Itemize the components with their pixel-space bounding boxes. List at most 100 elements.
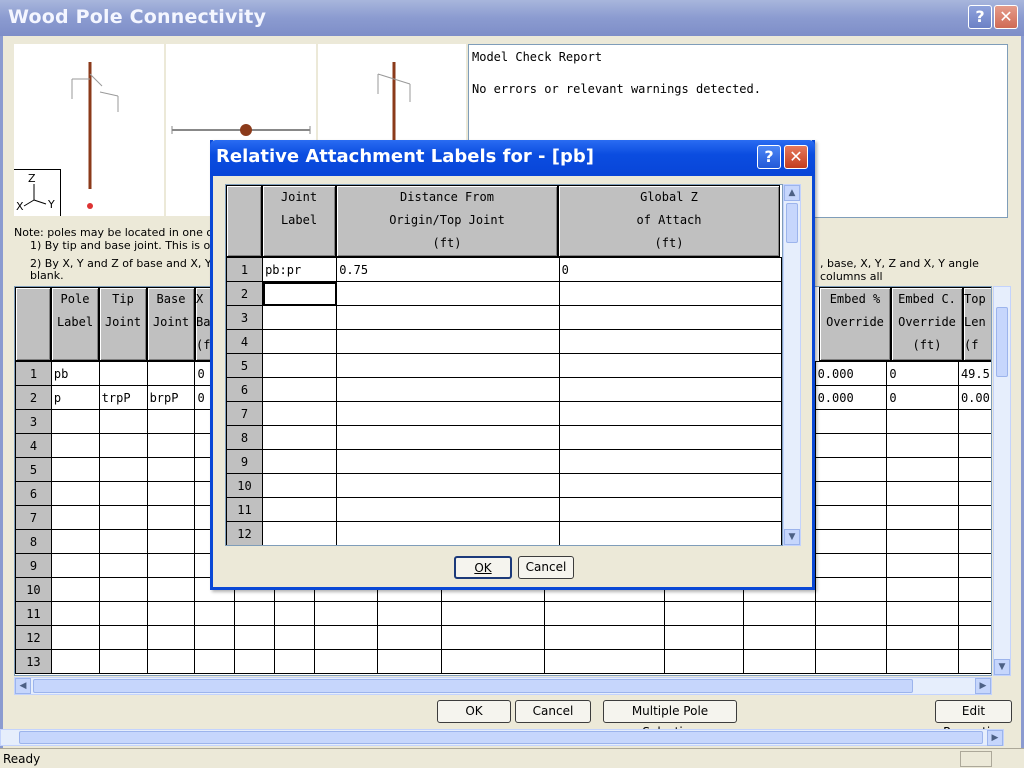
table-cell[interactable] bbox=[814, 625, 888, 650]
table-cell[interactable] bbox=[146, 457, 196, 482]
row-number[interactable]: 8 bbox=[15, 529, 52, 554]
row-number[interactable]: 11 bbox=[226, 497, 264, 522]
table-cell[interactable] bbox=[194, 649, 236, 674]
table-cell[interactable] bbox=[814, 409, 888, 434]
table-cell[interactable] bbox=[886, 529, 959, 554]
table-cell[interactable] bbox=[558, 401, 782, 426]
table-cell[interactable]: 0.00 bbox=[957, 385, 991, 410]
table-cell[interactable] bbox=[50, 529, 100, 554]
table-cell[interactable] bbox=[50, 649, 100, 674]
grid-hscroll-thumb[interactable] bbox=[33, 679, 913, 693]
table-cell[interactable]: 49.5 bbox=[957, 361, 991, 386]
attachment-vscroll-thumb[interactable] bbox=[786, 203, 798, 243]
table-row[interactable]: 11 bbox=[15, 601, 991, 626]
table-row[interactable]: 12 bbox=[226, 521, 782, 545]
table-cell[interactable] bbox=[336, 401, 560, 426]
row-number[interactable]: 6 bbox=[15, 481, 52, 506]
table-cell[interactable] bbox=[957, 601, 991, 626]
table-cell[interactable] bbox=[262, 449, 338, 474]
table-row[interactable]: 2 bbox=[226, 281, 782, 306]
row-number[interactable]: 8 bbox=[226, 425, 264, 450]
table-cell[interactable] bbox=[146, 601, 196, 626]
main-cancel-button[interactable]: Cancel bbox=[515, 700, 591, 723]
table-cell[interactable] bbox=[50, 481, 100, 506]
row-number[interactable]: 13 bbox=[15, 649, 52, 674]
table-cell[interactable] bbox=[336, 449, 560, 474]
table-cell[interactable]: 0 bbox=[558, 257, 782, 282]
table-cell[interactable] bbox=[544, 601, 665, 626]
table-row[interactable]: 6 bbox=[226, 377, 782, 402]
table-cell[interactable] bbox=[814, 577, 888, 602]
table-cell[interactable]: 0 bbox=[886, 385, 959, 410]
table-cell[interactable] bbox=[558, 281, 782, 306]
table-row[interactable]: 1 pb:pr 0.75 0 bbox=[226, 257, 782, 282]
table-cell[interactable] bbox=[663, 625, 745, 650]
grid-scroll-down-icon[interactable]: ▼ bbox=[994, 659, 1010, 675]
row-number[interactable]: 7 bbox=[15, 505, 52, 530]
table-cell[interactable] bbox=[814, 601, 888, 626]
row-number[interactable]: 10 bbox=[15, 577, 52, 602]
table-cell[interactable] bbox=[743, 601, 816, 626]
table-cell[interactable]: p bbox=[50, 385, 100, 410]
main-ok-button[interactable]: OK bbox=[437, 700, 511, 723]
table-cell[interactable] bbox=[544, 649, 665, 674]
table-cell[interactable]: 0 bbox=[886, 361, 959, 386]
table-cell[interactable] bbox=[234, 649, 276, 674]
table-cell[interactable] bbox=[146, 553, 196, 578]
table-cell[interactable] bbox=[558, 377, 782, 402]
table-cell[interactable] bbox=[98, 649, 148, 674]
table-row[interactable]: 9 bbox=[226, 449, 782, 474]
dialog-help-icon[interactable]: ? bbox=[757, 145, 781, 169]
table-cell[interactable] bbox=[886, 481, 959, 506]
table-row[interactable]: 5 bbox=[226, 353, 782, 378]
table-row[interactable]: 7 bbox=[226, 401, 782, 426]
row-number[interactable]: 3 bbox=[226, 305, 264, 330]
table-cell[interactable] bbox=[814, 505, 888, 530]
active-cell[interactable] bbox=[262, 281, 338, 306]
table-cell[interactable] bbox=[50, 409, 100, 434]
table-cell[interactable] bbox=[98, 601, 148, 626]
table-cell[interactable] bbox=[377, 649, 442, 674]
table-cell[interactable] bbox=[98, 577, 148, 602]
table-cell[interactable] bbox=[146, 577, 196, 602]
table-cell[interactable] bbox=[146, 625, 196, 650]
table-row[interactable]: 10 bbox=[226, 473, 782, 498]
table-cell[interactable] bbox=[957, 409, 991, 434]
table-cell[interactable] bbox=[743, 649, 816, 674]
table-cell[interactable] bbox=[262, 329, 338, 354]
table-cell[interactable] bbox=[336, 353, 560, 378]
table-cell[interactable] bbox=[146, 433, 196, 458]
table-cell[interactable] bbox=[146, 361, 196, 386]
table-cell[interactable] bbox=[663, 601, 745, 626]
attachment-scroll-up-icon[interactable]: ▲ bbox=[784, 185, 800, 201]
table-cell[interactable] bbox=[336, 305, 560, 330]
table-cell[interactable] bbox=[336, 473, 560, 498]
table-cell[interactable] bbox=[886, 505, 959, 530]
attachment-vertical-scrollbar[interactable]: ▲ ▼ bbox=[783, 184, 801, 546]
table-cell[interactable] bbox=[886, 553, 959, 578]
table-cell[interactable]: pb bbox=[50, 361, 100, 386]
grid-vertical-scrollbar[interactable]: ▼ bbox=[993, 286, 1011, 676]
table-cell[interactable] bbox=[440, 649, 546, 674]
row-number[interactable]: 10 bbox=[226, 473, 264, 498]
table-cell[interactable] bbox=[262, 473, 338, 498]
table-cell[interactable] bbox=[957, 529, 991, 554]
table-cell[interactable] bbox=[50, 553, 100, 578]
table-cell[interactable] bbox=[98, 625, 148, 650]
row-number[interactable]: 5 bbox=[226, 353, 264, 378]
multiple-pole-selection-button[interactable]: Multiple Pole Selection bbox=[603, 700, 737, 739]
table-cell[interactable] bbox=[274, 601, 315, 626]
table-cell[interactable] bbox=[558, 473, 782, 498]
table-cell[interactable] bbox=[886, 649, 959, 674]
table-cell[interactable] bbox=[262, 401, 338, 426]
table-cell[interactable] bbox=[957, 553, 991, 578]
row-number[interactable]: 7 bbox=[226, 401, 264, 426]
dialog-ok-button[interactable]: OK bbox=[454, 556, 512, 579]
table-cell[interactable] bbox=[313, 625, 379, 650]
table-cell[interactable] bbox=[98, 529, 148, 554]
table-cell[interactable] bbox=[440, 625, 546, 650]
table-cell[interactable] bbox=[886, 601, 959, 626]
table-cell[interactable] bbox=[957, 649, 991, 674]
table-cell[interactable] bbox=[544, 625, 665, 650]
row-number[interactable]: 3 bbox=[15, 409, 52, 434]
